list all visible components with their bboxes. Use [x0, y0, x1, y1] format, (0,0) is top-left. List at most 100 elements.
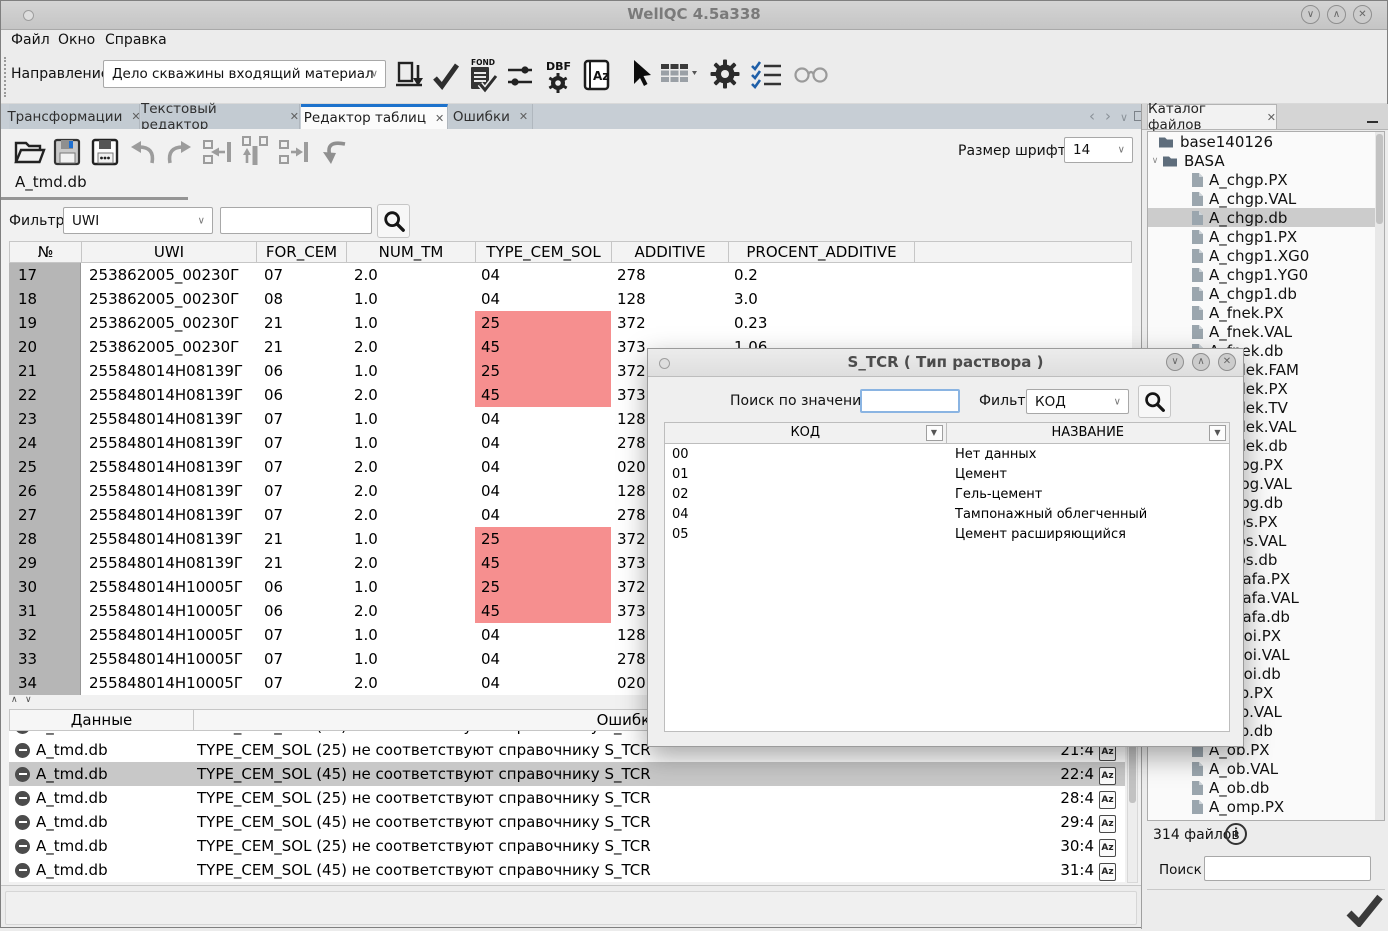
- cell-procent-additive[interactable]: 0.23: [728, 311, 914, 335]
- tree-file-item[interactable]: A_omp.PX: [1148, 797, 1384, 816]
- cell-type-cem-sol[interactable]: 04: [475, 455, 611, 479]
- tab-transformations[interactable]: Трансформации✕: [9, 104, 140, 129]
- row-number-cell[interactable]: 27: [9, 503, 81, 527]
- row-number-cell[interactable]: 32: [9, 623, 81, 647]
- dialog-row[interactable]: 05Цемент расширяющийся: [665, 524, 1229, 544]
- cell-procent-additive[interactable]: 0.2: [728, 263, 914, 287]
- tab-file-catalog[interactable]: Каталог файлов ✕: [1147, 104, 1277, 129]
- scrollbar-thumb[interactable]: [1376, 134, 1383, 224]
- close-icon[interactable]: ✕: [1218, 353, 1236, 371]
- font-size-combobox[interactable]: 14 ∨: [1064, 137, 1133, 163]
- cell-additive[interactable]: 278: [611, 263, 728, 287]
- panel-minimize-icon[interactable]: [1367, 121, 1378, 123]
- save-icon[interactable]: [51, 136, 83, 172]
- tree-file-item[interactable]: A_chgp1.YG0: [1148, 265, 1384, 284]
- cell-num-tm[interactable]: 1.0: [346, 311, 475, 335]
- cell-type-cem-sol[interactable]: 25: [475, 311, 611, 335]
- row-number-cell[interactable]: 31: [9, 599, 81, 623]
- row-number-cell[interactable]: 18: [9, 287, 81, 311]
- cell-num-tm[interactable]: 1.0: [346, 431, 475, 455]
- dialog-filter-combobox[interactable]: КОД ∨: [1026, 389, 1129, 414]
- col-header-number[interactable]: №: [10, 242, 82, 262]
- row-number-cell[interactable]: 34: [9, 671, 81, 695]
- close-icon[interactable]: ✕: [435, 112, 444, 125]
- row-number-cell[interactable]: 19: [9, 311, 81, 335]
- table-columns-icon[interactable]: [660, 62, 698, 92]
- export-icon[interactable]: [393, 59, 425, 97]
- dialog-cell-code[interactable]: 05: [665, 527, 948, 542]
- cell-for-cem[interactable]: 06: [256, 359, 346, 383]
- cell-type-cem-sol[interactable]: 04: [475, 647, 611, 671]
- cell-uwi[interactable]: 253862005_00230Г: [81, 287, 256, 311]
- col-header-additive[interactable]: ADDITIVE: [612, 242, 729, 262]
- catalog-search-input[interactable]: [1204, 856, 1371, 881]
- revert-icon[interactable]: [317, 136, 349, 172]
- sliders-icon[interactable]: [505, 61, 535, 95]
- dialog-cell-code[interactable]: 02: [665, 487, 948, 502]
- cell-additive[interactable]: 128: [611, 287, 728, 311]
- cell-num-tm[interactable]: 2.0: [346, 551, 475, 575]
- cell-uwi[interactable]: 255848014Н10005Г: [81, 647, 256, 671]
- cell-uwi[interactable]: 255848014Н10005Г: [81, 671, 256, 695]
- error-row[interactable]: A_tmd.dbTYPE_CEM_SOL (45) не соответству…: [9, 858, 1125, 882]
- gear-icon[interactable]: [708, 57, 742, 95]
- tree-file-item[interactable]: A_chgp1.XG0: [1148, 246, 1384, 265]
- row-number-cell[interactable]: 30: [9, 575, 81, 599]
- confirm-check-icon[interactable]: [1343, 893, 1385, 931]
- cell-type-cem-sol[interactable]: 25: [475, 527, 611, 551]
- az-reference-icon[interactable]: Az: [1099, 839, 1116, 857]
- row-number-cell[interactable]: 23: [9, 407, 81, 431]
- row-number-cell[interactable]: 29: [9, 551, 81, 575]
- tree-file-item[interactable]: A_fnek.PX: [1148, 303, 1384, 322]
- cell-num-tm[interactable]: 2.0: [346, 335, 475, 359]
- cell-for-cem[interactable]: 07: [256, 263, 346, 287]
- cell-type-cem-sol[interactable]: 04: [475, 263, 611, 287]
- dialog-title-bar[interactable]: S_TCR ( Тип раствора ) ∨ ∧ ✕: [648, 349, 1243, 377]
- cell-num-tm[interactable]: 2.0: [346, 263, 475, 287]
- cell-for-cem[interactable]: 07: [256, 671, 346, 695]
- save-as-icon[interactable]: [89, 136, 121, 172]
- splitter-down-icon[interactable]: ∨: [25, 695, 32, 705]
- close-icon[interactable]: ✕: [519, 110, 528, 123]
- column-dropdown-icon[interactable]: ▼: [926, 425, 943, 441]
- error-row[interactable]: A_tmd.dbTYPE_CEM_SOL (45) не соответству…: [9, 762, 1125, 786]
- fond-document-icon[interactable]: FOND: [467, 57, 499, 97]
- cell-uwi[interactable]: 255848014Н08139Г: [81, 503, 256, 527]
- maximize-icon[interactable]: ∧: [1192, 353, 1210, 371]
- minimize-icon[interactable]: ∨: [1166, 353, 1184, 371]
- col-header-for-cem[interactable]: FOR_CEM: [257, 242, 347, 262]
- dialog-cell-code[interactable]: 01: [665, 467, 948, 482]
- cell-num-tm[interactable]: 1.0: [346, 287, 475, 311]
- title-bar[interactable]: WellQC 4.5a338 ∨ ∧ ✕: [1, 1, 1387, 30]
- row-number-cell[interactable]: 26: [9, 479, 81, 503]
- tree-file-item[interactable]: A_chgp.db: [1148, 208, 1384, 227]
- apply-check-icon[interactable]: [431, 59, 461, 95]
- cell-for-cem[interactable]: 21: [256, 335, 346, 359]
- dialog-search-button[interactable]: [1138, 385, 1171, 418]
- search-button[interactable]: [377, 204, 410, 238]
- col-header-uwi[interactable]: UWI: [82, 242, 257, 262]
- tree-file-item[interactable]: A_fnek.VAL: [1148, 322, 1384, 341]
- close-icon[interactable]: ✕: [1353, 5, 1372, 24]
- cell-uwi[interactable]: 253862005_00230Г: [81, 335, 256, 359]
- az-reference-icon[interactable]: Az: [1099, 791, 1116, 809]
- info-icon[interactable]: i: [1225, 823, 1247, 845]
- column-left-icon[interactable]: [201, 137, 233, 171]
- tab-table-editor[interactable]: Редактор таблиц✕: [301, 104, 448, 129]
- tab-list-icon[interactable]: ∨: [1120, 105, 1128, 130]
- cell-type-cem-sol[interactable]: 04: [475, 287, 611, 311]
- dialog-row[interactable]: 02Гель-цемент: [665, 484, 1229, 504]
- cell-for-cem[interactable]: 21: [256, 311, 346, 335]
- cell-for-cem[interactable]: 08: [256, 287, 346, 311]
- cell-uwi[interactable]: 253862005_00230Г: [81, 263, 256, 287]
- cell-uwi[interactable]: 253862005_00230Г: [81, 311, 256, 335]
- close-icon[interactable]: ✕: [1267, 111, 1276, 124]
- cell-additive[interactable]: 372: [611, 311, 728, 335]
- cell-type-cem-sol[interactable]: 45: [475, 383, 611, 407]
- col-header-procent-additive[interactable]: PROCENT_ADDITIVE: [729, 242, 915, 262]
- cell-uwi[interactable]: 255848014Н10005Г: [81, 599, 256, 623]
- cell-type-cem-sol[interactable]: 04: [475, 431, 611, 455]
- tree-scrollbar[interactable]: [1375, 132, 1384, 820]
- row-number-cell[interactable]: 28: [9, 527, 81, 551]
- dialog-cell-name[interactable]: Тампонажный облегченный: [948, 507, 1229, 522]
